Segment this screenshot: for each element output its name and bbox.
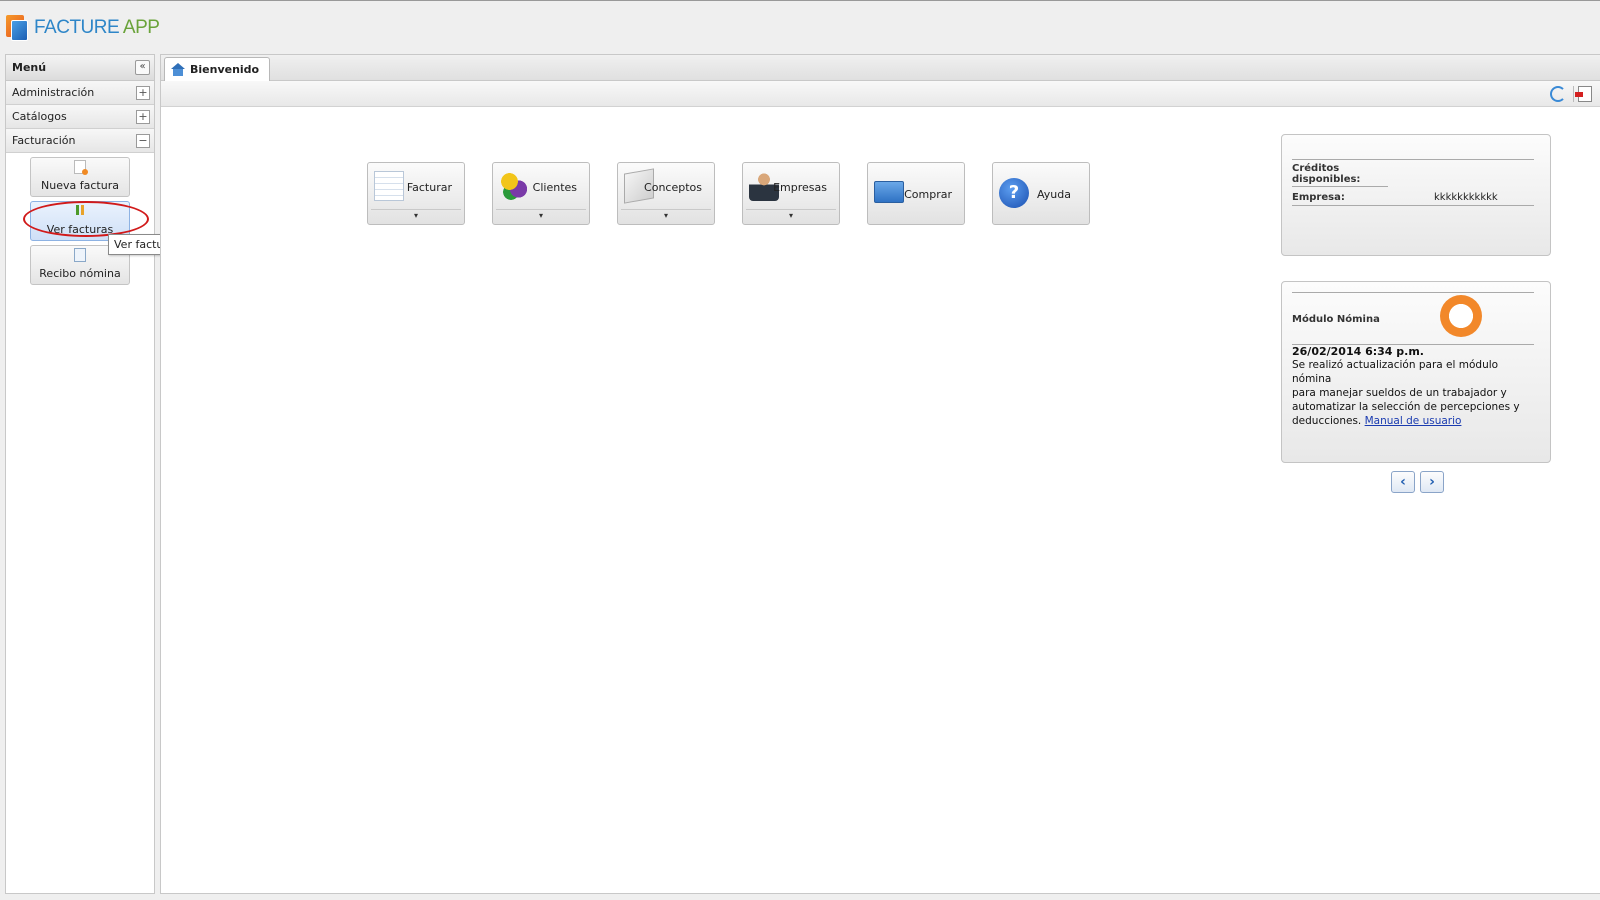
menu-group-administracion[interactable]: Administración + xyxy=(6,81,154,105)
dropdown-arrow-icon[interactable]: ▾ xyxy=(371,209,461,222)
menu-group-label: Facturación xyxy=(12,134,76,147)
tab-label: Bienvenido xyxy=(190,63,260,76)
logo-text: FACTURE APP xyxy=(34,17,160,38)
menu-group-label: Administración xyxy=(12,86,95,99)
company-value: kkkkkkkkkkk xyxy=(1434,192,1498,203)
invoice-sheet-icon xyxy=(374,171,404,201)
sync-icon xyxy=(1440,295,1482,337)
new-invoice-icon xyxy=(74,160,88,175)
toolbar-divider xyxy=(1573,86,1574,102)
dropdown-arrow-icon[interactable]: ▾ xyxy=(746,209,836,222)
collapse-icon[interactable]: − xyxy=(136,133,150,148)
menu-group-label: Catálogos xyxy=(12,110,67,123)
refresh-icon[interactable] xyxy=(1550,86,1566,102)
facturacion-items: Nueva factura Ver facturas Recibo nómina xyxy=(6,153,154,285)
news-card: Módulo Nómina 26/02/2014 6:34 p.m. Se re… xyxy=(1281,281,1551,463)
credits-label: Créditos xyxy=(1292,163,1340,174)
tab-bar: Bienvenido xyxy=(161,55,1600,81)
facturar-button[interactable]: Facturar ▾ xyxy=(367,162,465,225)
menu-title: Menú xyxy=(12,61,47,74)
empresas-button[interactable]: Empresas ▾ xyxy=(742,162,840,225)
button-label: Facturar xyxy=(406,181,452,194)
news-date: 26/02/2014 6:34 p.m. xyxy=(1292,345,1424,358)
dropdown-arrow-icon[interactable]: ▾ xyxy=(621,209,711,222)
logo-icon xyxy=(6,15,28,41)
company-label: Empresa: xyxy=(1292,192,1345,203)
app-logo: FACTURE APP xyxy=(6,13,160,43)
next-button[interactable]: › xyxy=(1420,471,1444,493)
view-invoices-icon xyxy=(74,204,86,218)
credits-card: Créditos disponibles: Empresa: kkkkkkkkk… xyxy=(1281,134,1551,256)
divider xyxy=(1292,292,1534,293)
main-panel: Bienvenido Facturar ▾ Clientes ▾ Concept… xyxy=(160,54,1600,894)
credits-label-line2: disponibles: xyxy=(1292,174,1388,187)
expand-icon[interactable]: + xyxy=(136,109,150,124)
menu-header: Menú « xyxy=(6,55,154,81)
tab-bienvenido[interactable]: Bienvenido xyxy=(164,57,271,81)
menu-group-facturacion[interactable]: Facturación − xyxy=(6,129,154,153)
conceptos-button[interactable]: Conceptos ▾ xyxy=(617,162,715,225)
toolbar xyxy=(161,81,1600,107)
expand-icon[interactable]: + xyxy=(136,85,150,100)
clientes-button[interactable]: Clientes ▾ xyxy=(492,162,590,225)
payroll-receipt-icon xyxy=(74,248,86,262)
help-icon: ? xyxy=(999,178,1029,208)
side-menu: Menú « Administración + Catálogos + Fact… xyxy=(5,54,155,894)
subitem-label: Recibo nómina xyxy=(39,267,121,280)
clients-icon xyxy=(499,171,529,201)
news-title: Módulo Nómina xyxy=(1292,314,1380,325)
user-manual-link[interactable]: Manual de usuario xyxy=(1365,415,1462,427)
comprar-button[interactable]: Comprar xyxy=(867,162,965,225)
credit-card-icon xyxy=(874,181,904,203)
menu-group-catalogos[interactable]: Catálogos + xyxy=(6,105,154,129)
button-label: Conceptos xyxy=(644,181,702,194)
home-icon xyxy=(171,63,185,76)
exit-icon[interactable] xyxy=(1575,86,1592,102)
dropdown-arrow-icon[interactable]: ▾ xyxy=(496,209,586,222)
nueva-factura-button[interactable]: Nueva factura xyxy=(30,157,130,197)
button-label: Empresas xyxy=(773,181,827,194)
ayuda-button[interactable]: ? Ayuda xyxy=(992,162,1090,225)
button-label: Ayuda xyxy=(1037,188,1071,201)
divider xyxy=(1292,159,1534,160)
subitem-label: Ver facturas xyxy=(46,223,114,236)
button-label: Comprar xyxy=(904,188,952,201)
button-label: Clientes xyxy=(532,181,577,194)
collapse-menu-button[interactable]: « xyxy=(135,60,150,75)
news-body: Se realizó actualización para el módulo … xyxy=(1292,359,1520,427)
prev-button[interactable]: ‹ xyxy=(1391,471,1415,493)
subitem-label: Nueva factura xyxy=(41,179,119,192)
